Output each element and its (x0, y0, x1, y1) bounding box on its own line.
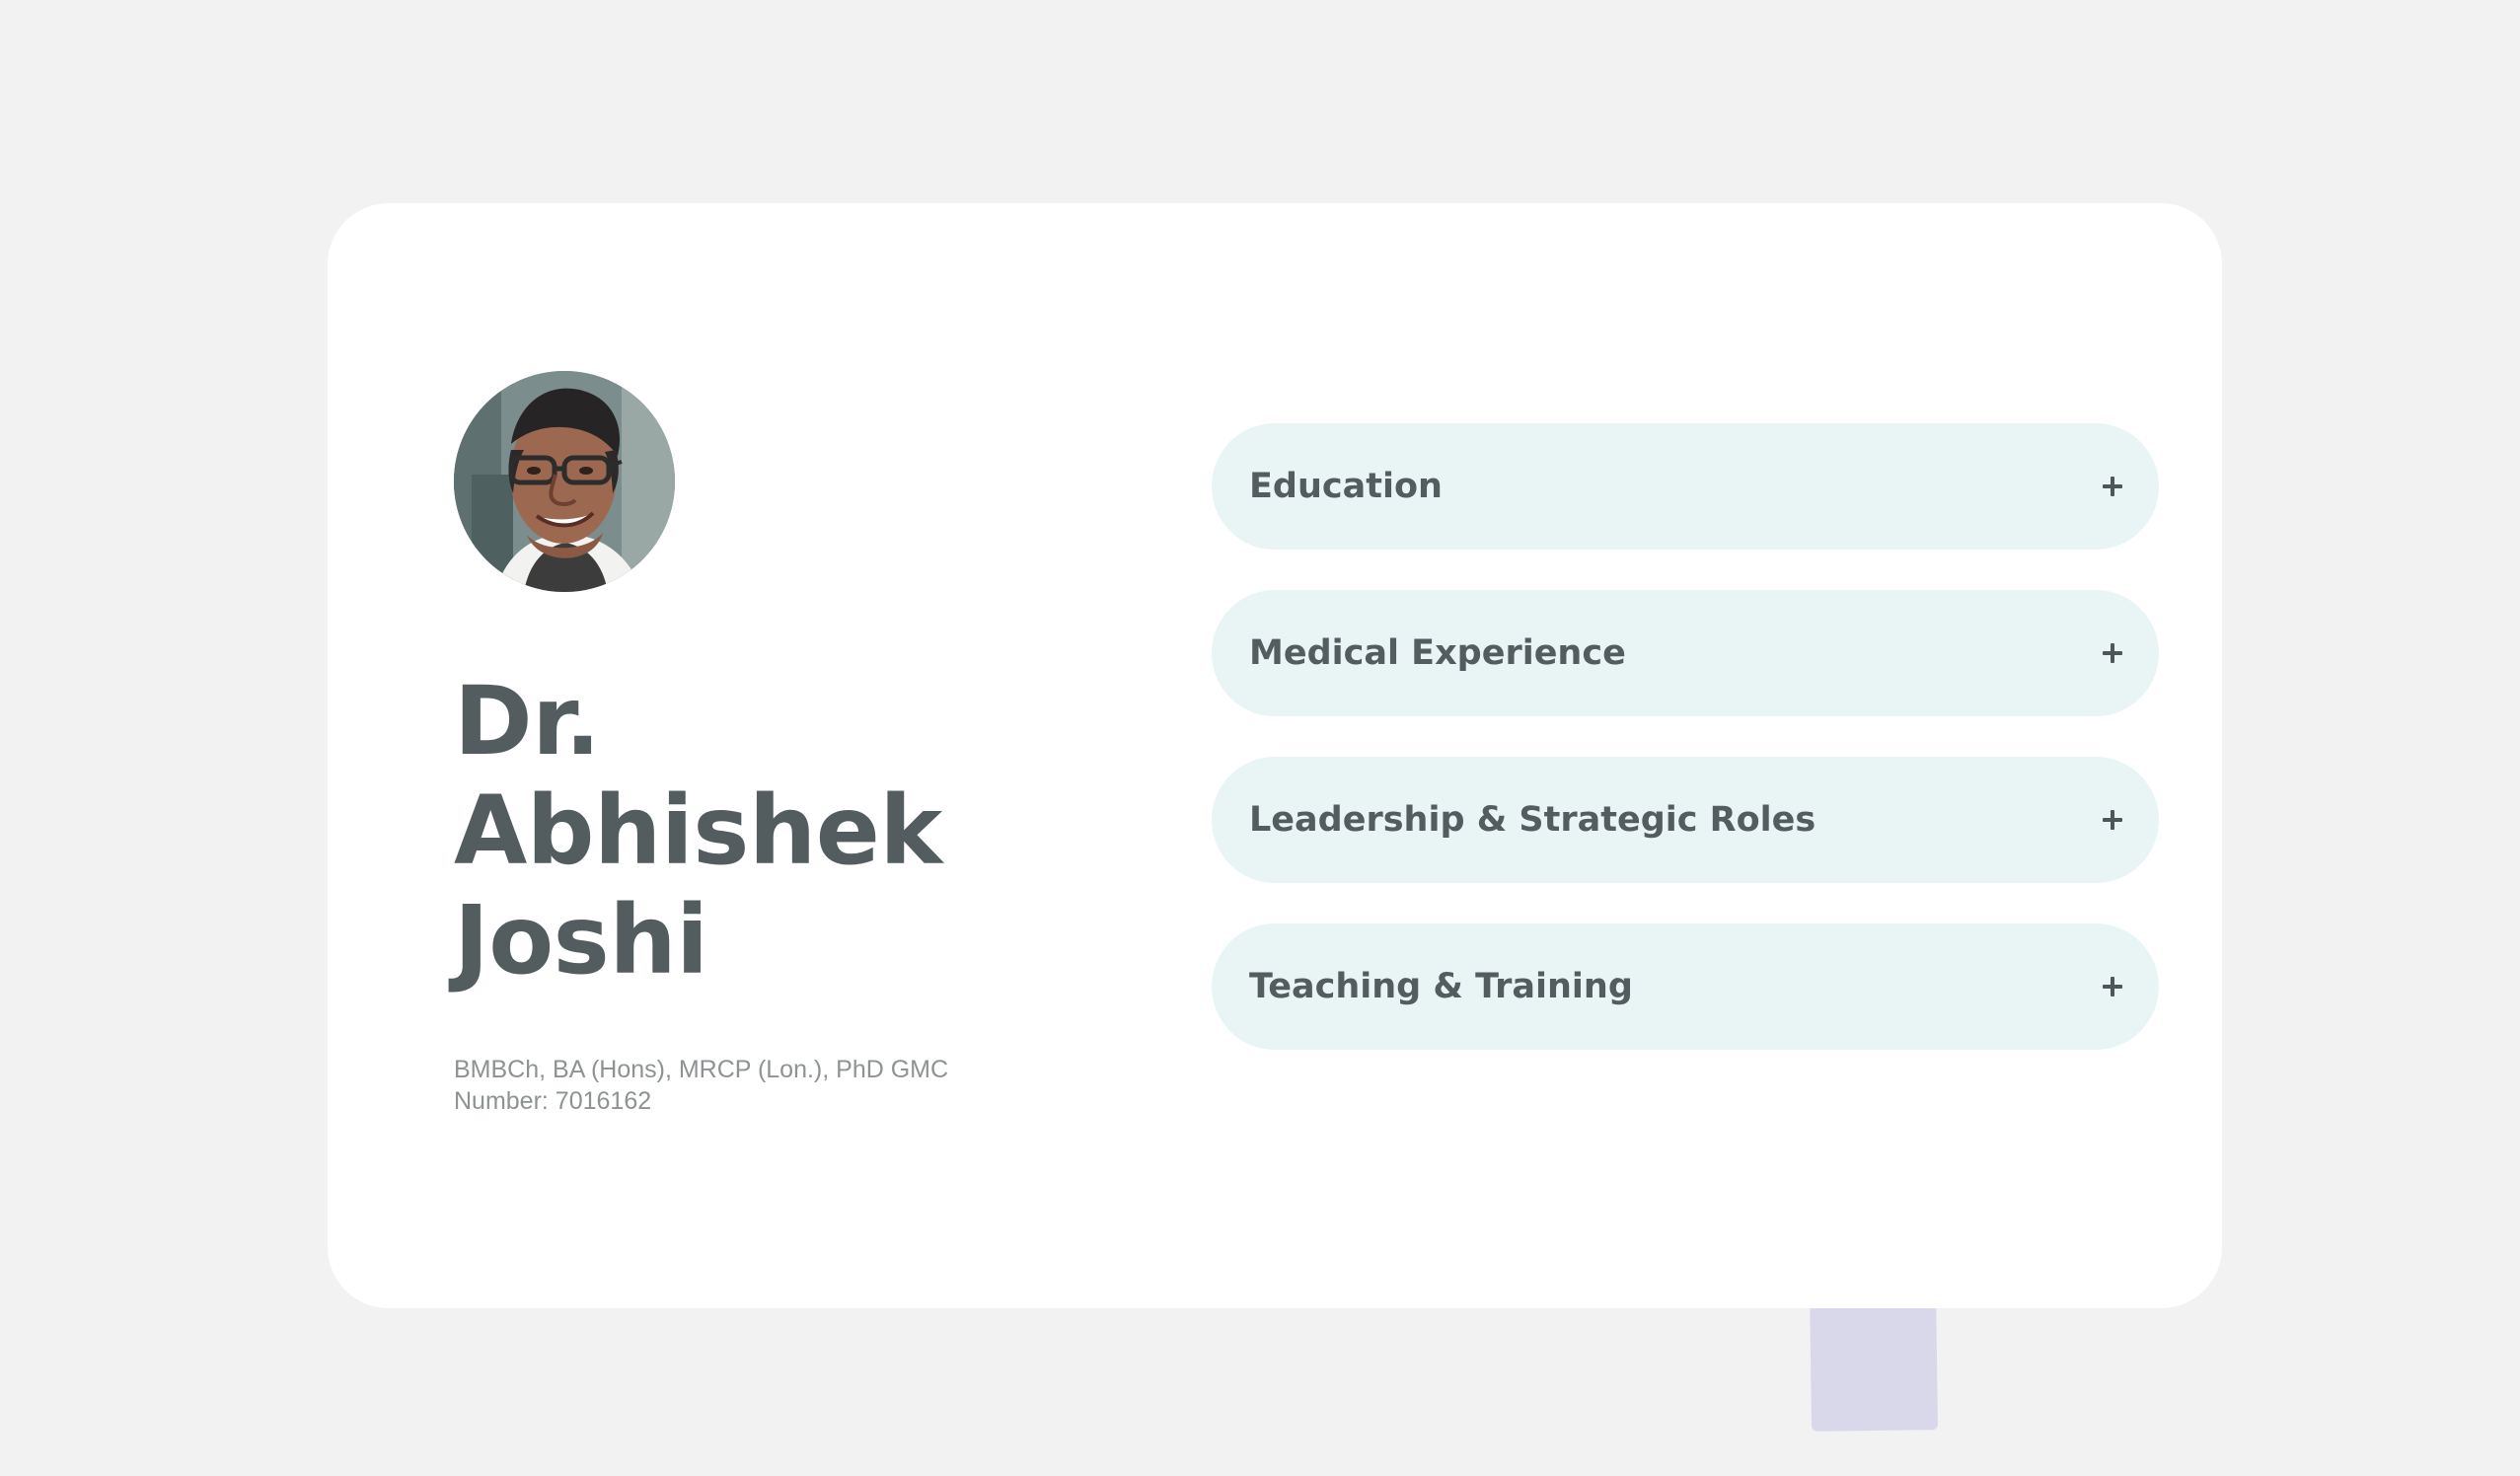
plus-icon[interactable] (2103, 810, 2122, 830)
doctor-portrait-photo (454, 371, 675, 592)
accordion-label-medical-experience: Medical Experience (1249, 633, 1626, 673)
profile-card: Dr. Abhishek Joshi BMBCh, BA (Hons), MRC… (328, 203, 2222, 1308)
accordion-label-teaching-training: Teaching & Training (1249, 967, 1633, 1006)
profile-page: Dr. Abhishek Joshi BMBCh, BA (Hons), MRC… (0, 0, 2520, 1476)
accordion-education[interactable]: Education (1212, 423, 2159, 550)
accordion-medical-experience[interactable]: Medical Experience (1212, 590, 2159, 716)
plus-icon[interactable] (2103, 477, 2122, 496)
credentials-line-2: Number: 7016162 (454, 1087, 652, 1115)
doctor-name-line-first: Abhishek (454, 775, 942, 886)
plus-icon[interactable] (2103, 643, 2122, 663)
profile-accordion: Education Medical Experience Leadership … (1212, 423, 2159, 1090)
accordion-leadership-strategic-roles[interactable]: Leadership & Strategic Roles (1212, 757, 2159, 883)
doctor-name-line-title: Dr. (454, 666, 601, 776)
accordion-label-leadership-strategic-roles: Leadership & Strategic Roles (1249, 800, 1816, 840)
plus-icon[interactable] (2103, 977, 2122, 996)
accordion-label-education: Education (1249, 467, 1443, 506)
avatar (454, 371, 675, 592)
accordion-teaching-training[interactable]: Teaching & Training (1212, 923, 2159, 1050)
credentials-line-1: BMBCh, BA (Hons), MRCP (Lon.), PhD GMC (454, 1056, 949, 1083)
doctor-credentials: BMBCh, BA (Hons), MRCP (Lon.), PhD GMC N… (454, 1054, 1006, 1117)
doctor-name: Dr. Abhishek Joshi (454, 667, 1066, 996)
doctor-name-line-last: Joshi (454, 885, 708, 996)
